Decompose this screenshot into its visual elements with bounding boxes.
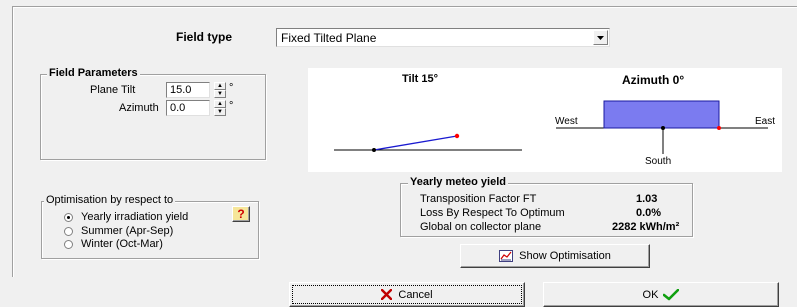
orientation-diagram: Tilt 15° Azimuth 0° West East South bbox=[308, 68, 782, 172]
x-cross-icon bbox=[381, 289, 393, 300]
azimuth-center-dot bbox=[661, 126, 665, 130]
cancel-button[interactable]: Cancel bbox=[289, 282, 525, 307]
cancel-label: Cancel bbox=[398, 288, 433, 301]
radio-winter-icon[interactable] bbox=[64, 239, 73, 249]
spin-down-icon[interactable]: ▼ bbox=[214, 90, 226, 98]
meteo-row-2-label: Loss By Respect To Optimum bbox=[420, 207, 565, 219]
show-optimisation-label: Show Optimisation bbox=[519, 250, 611, 262]
optimisation-title: Optimisation by respect to bbox=[44, 194, 176, 206]
option-winter[interactable]: Winter (Oct-Mar) bbox=[64, 238, 163, 250]
azimuth-input[interactable]: 0.0 bbox=[166, 100, 210, 116]
azimuth-value: 0.0 bbox=[170, 102, 186, 114]
radio-yearly-icon[interactable] bbox=[64, 212, 73, 222]
west-label: West bbox=[555, 116, 578, 127]
help-icon: ? bbox=[237, 207, 245, 221]
option-yearly[interactable]: Yearly irradiation yield bbox=[64, 211, 188, 223]
field-type-select[interactable]: Fixed Tilted Plane bbox=[276, 28, 610, 47]
checkmark-icon bbox=[663, 288, 680, 300]
azimuth-spinner[interactable]: ▲ ▼ bbox=[214, 100, 226, 116]
field-parameters-title: Field Parameters bbox=[47, 67, 140, 79]
ok-label: OK bbox=[642, 288, 659, 301]
option-winter-label: Winter (Oct-Mar) bbox=[81, 238, 163, 250]
chevron-down-icon bbox=[597, 35, 604, 40]
option-summer[interactable]: Summer (Apr-Sep) bbox=[64, 225, 173, 237]
dropdown-button[interactable] bbox=[593, 30, 608, 45]
plane-tilt-label: Plane Tilt bbox=[90, 84, 136, 96]
meteo-row-3-label: Global on collector plane bbox=[420, 221, 542, 233]
meteo-row-1-label: Transposition Factor FT bbox=[420, 193, 537, 205]
option-yearly-label: Yearly irradiation yield bbox=[81, 211, 189, 223]
plane-tilt-unit: ° bbox=[229, 82, 234, 94]
help-button[interactable]: ? bbox=[232, 206, 250, 222]
yearly-meteo-title: Yearly meteo yield bbox=[408, 176, 508, 188]
east-label: East bbox=[755, 116, 776, 127]
field-type-label: Field type bbox=[176, 30, 233, 44]
meteo-row-3-value: 2282 kWh/m² bbox=[612, 221, 680, 233]
meteo-row-2-value: 0.0% bbox=[636, 207, 662, 219]
spin-up-icon[interactable]: ▲ bbox=[214, 82, 226, 90]
tilt-pivot-dot bbox=[372, 148, 376, 152]
spin-up-icon[interactable]: ▲ bbox=[214, 100, 226, 108]
plane-tilt-input[interactable]: 15.0 bbox=[166, 82, 210, 98]
spin-down-icon[interactable]: ▼ bbox=[214, 108, 226, 116]
plane-tilt-spinner[interactable]: ▲ ▼ bbox=[214, 82, 226, 98]
azimuth-unit: ° bbox=[229, 100, 234, 112]
tilt-end-dot bbox=[454, 133, 460, 139]
chart-icon bbox=[499, 250, 514, 262]
radio-summer-icon[interactable] bbox=[64, 226, 73, 236]
show-optimisation-button[interactable]: Show Optimisation bbox=[460, 244, 650, 268]
tilt-plane-line bbox=[373, 135, 458, 151]
azimuth-end-dot bbox=[717, 126, 721, 130]
azimuth-label: Azimuth bbox=[119, 102, 159, 114]
ok-button[interactable]: OK bbox=[543, 282, 779, 307]
plane-tilt-value: 15.0 bbox=[170, 84, 192, 96]
azimuth-plane-rect bbox=[603, 100, 720, 129]
option-summer-label: Summer (Apr-Sep) bbox=[81, 225, 174, 237]
tilt-diagram bbox=[334, 100, 768, 154]
meteo-row-1-value: 1.03 bbox=[636, 193, 658, 205]
field-type-value: Fixed Tilted Plane bbox=[281, 31, 377, 45]
south-label: South bbox=[645, 156, 672, 167]
